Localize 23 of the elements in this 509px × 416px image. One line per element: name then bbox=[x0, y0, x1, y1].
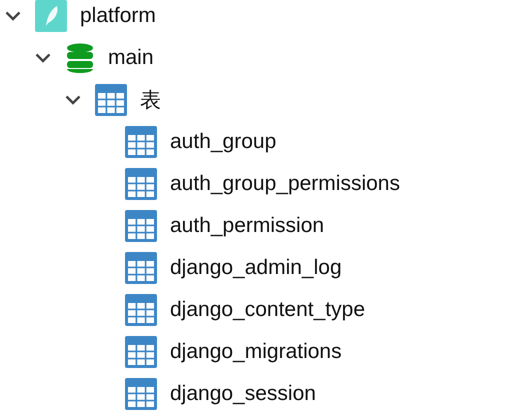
tree-item-label[interactable]: auth_permission bbox=[170, 214, 324, 238]
table-icon bbox=[95, 84, 127, 116]
tree-item-label[interactable]: platform bbox=[80, 4, 156, 28]
tree-item-label[interactable]: django_migrations bbox=[170, 340, 342, 364]
table-icon bbox=[125, 252, 157, 284]
tree-item-label[interactable]: django_session bbox=[170, 382, 316, 406]
tree-item-label[interactable]: auth_group bbox=[170, 130, 276, 154]
tree-item-label[interactable]: main bbox=[108, 46, 154, 70]
chevron-down-icon[interactable] bbox=[65, 95, 81, 105]
feather-icon bbox=[35, 0, 67, 32]
table-icon bbox=[125, 126, 157, 158]
table-icon bbox=[125, 168, 157, 200]
table-icon bbox=[125, 210, 157, 242]
tree-item-label[interactable]: django_admin_log bbox=[170, 256, 342, 280]
table-icon bbox=[125, 294, 157, 326]
tree-item-label[interactable]: auth_group_permissions bbox=[170, 172, 400, 196]
chevron-down-icon[interactable] bbox=[35, 53, 51, 63]
tree-item-label[interactable]: django_content_type bbox=[170, 298, 365, 322]
database-icon bbox=[65, 43, 95, 73]
tree-item-label[interactable]: 表 bbox=[140, 86, 161, 114]
table-icon bbox=[125, 378, 157, 410]
table-icon bbox=[125, 336, 157, 368]
chevron-down-icon[interactable] bbox=[5, 11, 21, 21]
